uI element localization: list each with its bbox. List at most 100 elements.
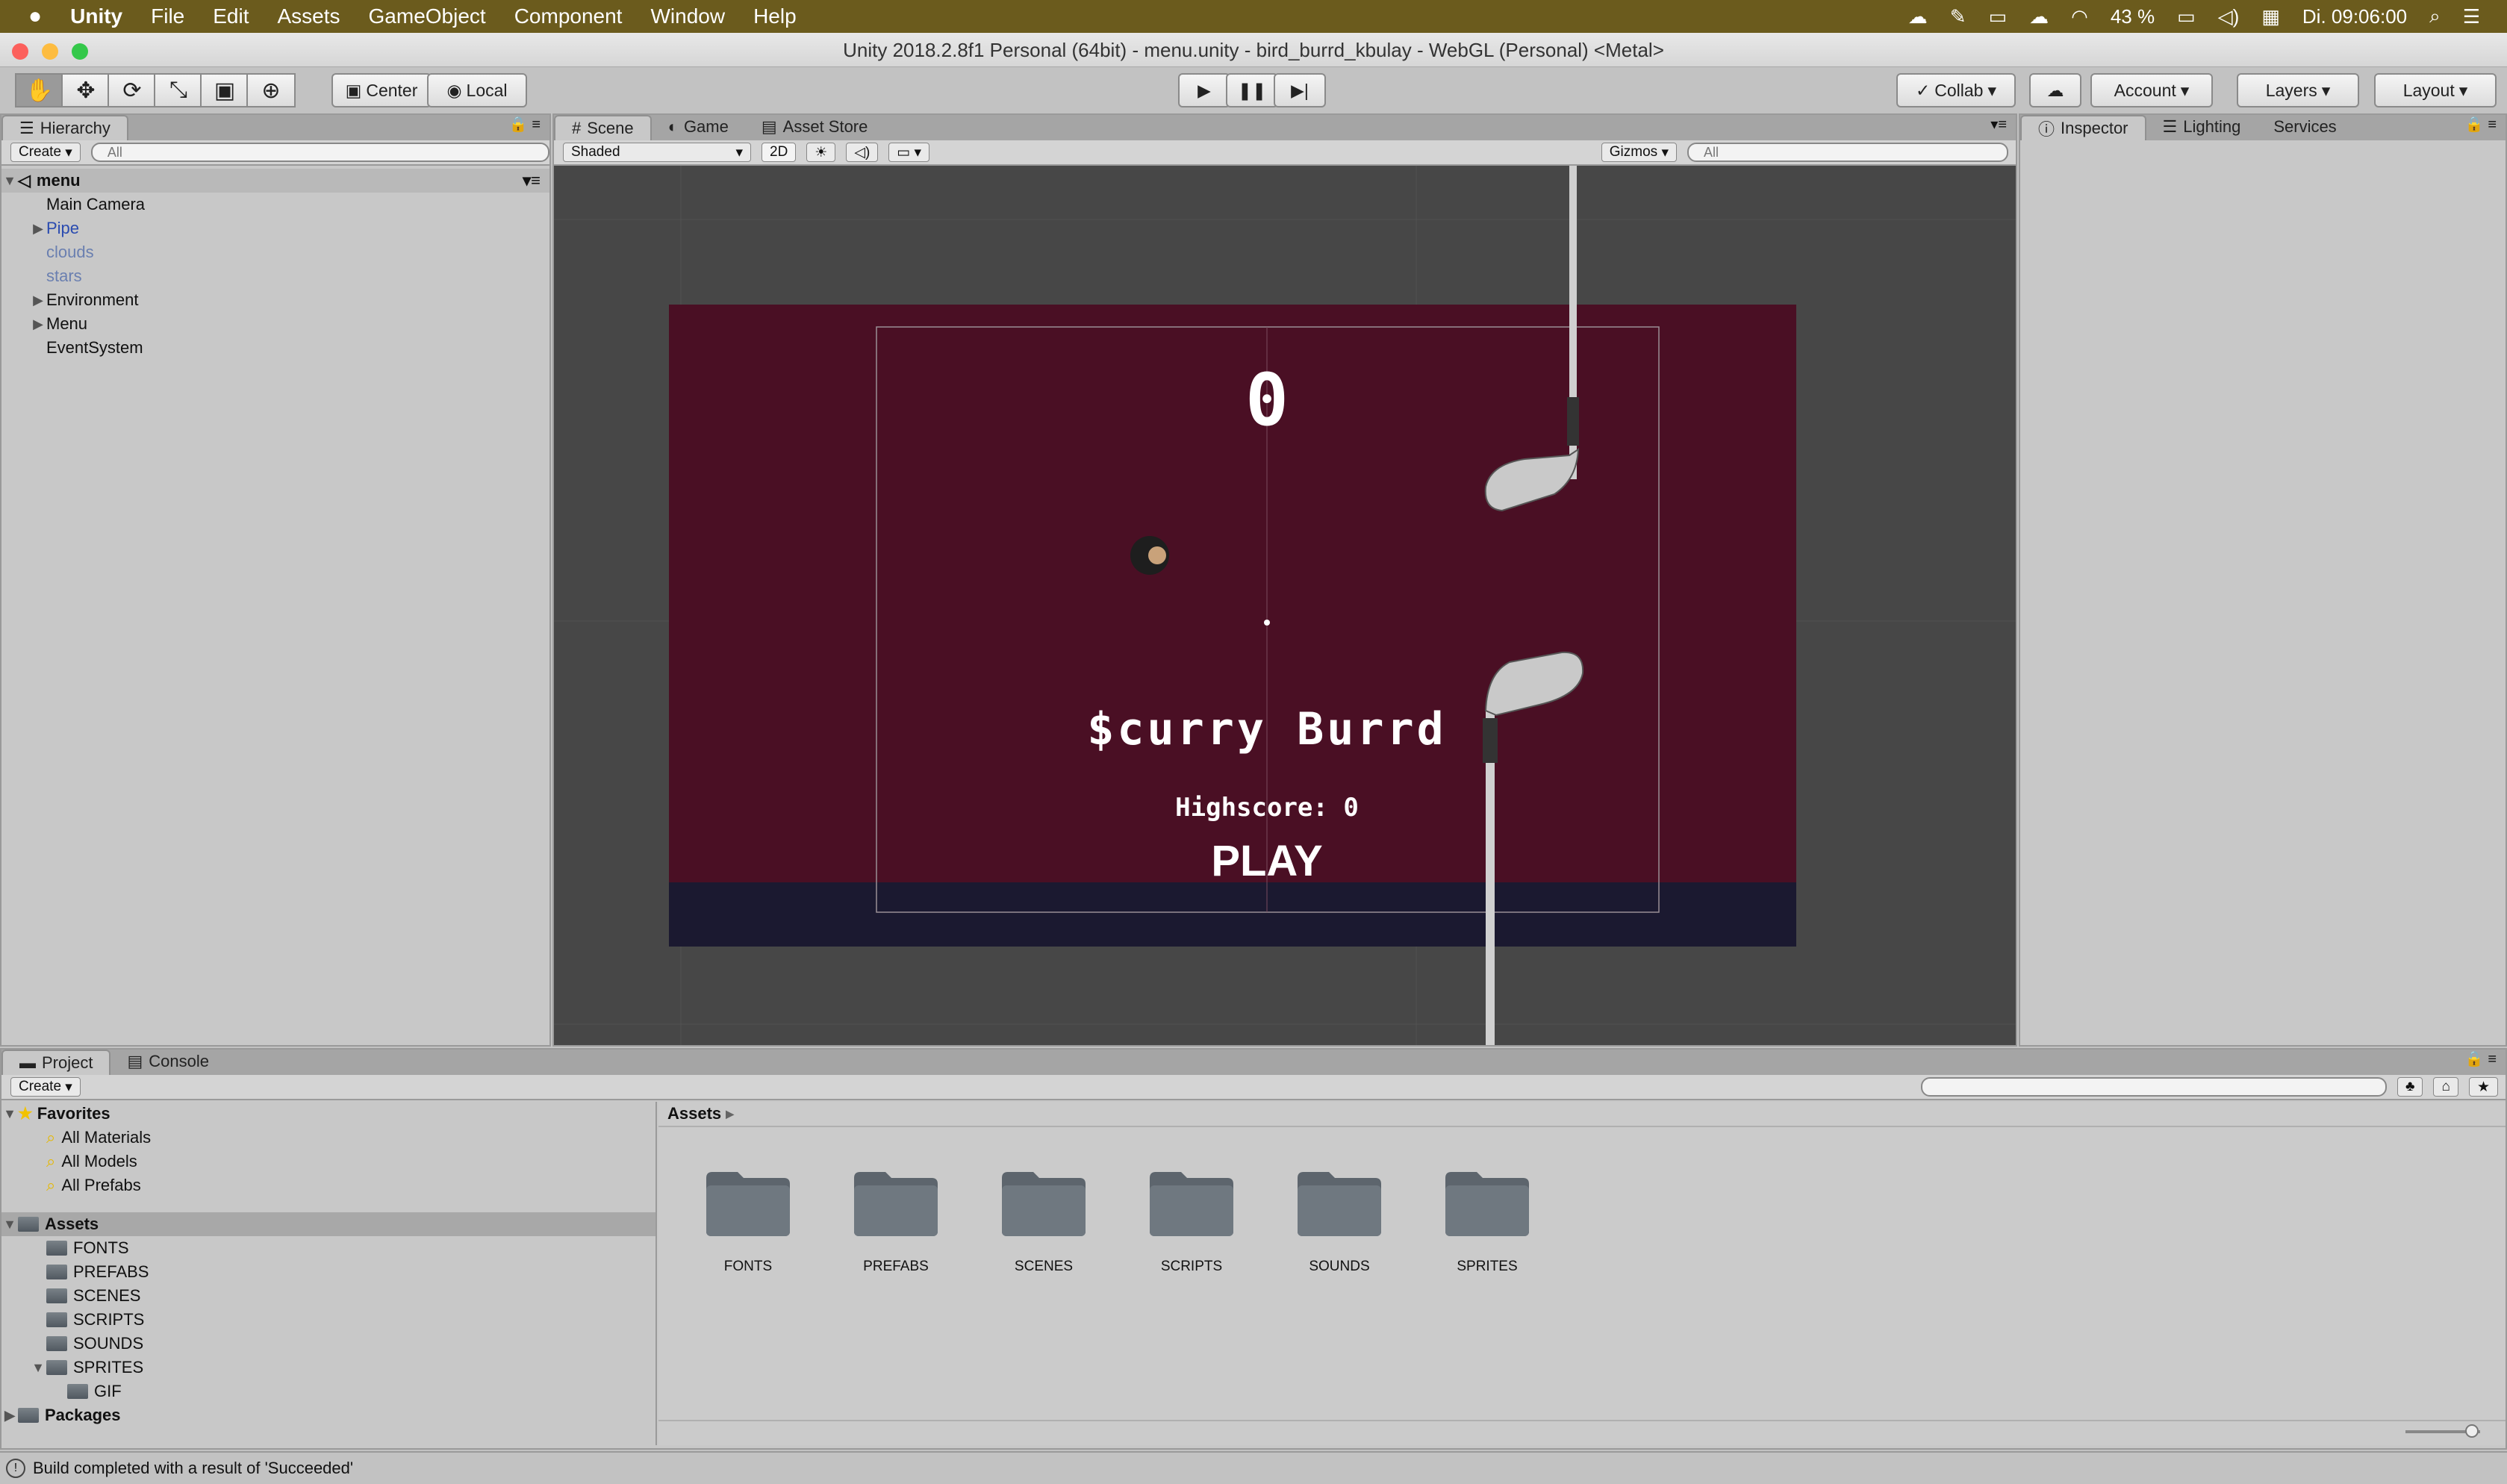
asset-folder-prefabs[interactable]: PREFABS: [853, 1169, 939, 1275]
hierarchy-item-environment[interactable]: ▶ Environment: [1, 288, 549, 312]
tab-lighting[interactable]: ☰ Lighting: [2146, 115, 2258, 139]
hierarchy-item-menu[interactable]: ▶ Menu: [1, 312, 549, 336]
app-menu[interactable]: Unity: [70, 4, 122, 28]
hierarchy-item-pipe[interactable]: ▶ Pipe: [1, 216, 549, 240]
menu-edit[interactable]: Edit: [213, 4, 249, 28]
panel-menu-icon[interactable]: 🔒 ≡: [2465, 1050, 2506, 1075]
rotate-tool-button[interactable]: ⟳: [108, 73, 157, 107]
assets-root-row[interactable]: ▼ Assets: [1, 1212, 655, 1236]
tab-game[interactable]: ◐ Game: [652, 115, 745, 139]
clock[interactable]: Di. 09:06:00: [2302, 5, 2407, 28]
expand-arrow-icon[interactable]: ▶: [1, 1408, 18, 1424]
status-bar[interactable]: ! Build completed with a result of 'Succ…: [0, 1451, 2507, 1484]
favorite-item[interactable]: ⌕ All Prefabs: [1, 1173, 655, 1197]
hierarchy-search-input[interactable]: All: [90, 143, 549, 162]
asset-folder-scenes[interactable]: SCENES: [1000, 1169, 1087, 1275]
filter-label-button[interactable]: ⌂: [2433, 1077, 2458, 1097]
scene-menu-icon[interactable]: ▾≡: [523, 171, 549, 190]
wifi-icon[interactable]: ◠: [2071, 5, 2088, 28]
pivot-center-toggle[interactable]: ▣ Center: [331, 73, 432, 107]
gizmos-dropdown[interactable]: Gizmos ▾: [1601, 143, 1677, 162]
panel-menu-icon[interactable]: 🔒 ≡: [509, 115, 549, 140]
cloud-services-button[interactable]: ☁: [2029, 73, 2081, 107]
layout-dropdown[interactable]: Layout ▾: [2374, 73, 2497, 107]
menu-file[interactable]: File: [151, 4, 184, 28]
battery-label[interactable]: 43 %: [2111, 5, 2155, 28]
hierarchy-create-button[interactable]: Create ▾: [10, 143, 81, 162]
hierarchy-item-clouds[interactable]: clouds: [1, 240, 549, 264]
assets-breadcrumb[interactable]: Assets ▶: [658, 1102, 2506, 1127]
expand-arrow-icon[interactable]: ▼: [1, 1106, 18, 1122]
icon-size-slider-thumb[interactable]: [2465, 1424, 2479, 1438]
tree-folder-fonts[interactable]: FONTS: [1, 1236, 655, 1260]
tab-scene[interactable]: # Scene: [554, 115, 652, 140]
menu-component[interactable]: Component: [514, 4, 623, 28]
expand-arrow-icon[interactable]: ▼: [30, 1360, 46, 1376]
expand-arrow-icon[interactable]: ▶: [30, 293, 46, 308]
pen-icon[interactable]: ✎: [1950, 5, 1966, 28]
tab-hierarchy[interactable]: ☰ Hierarchy: [1, 115, 128, 140]
tree-folder-prefabs[interactable]: PREFABS: [1, 1260, 655, 1284]
hierarchy-item-stars[interactable]: stars: [1, 264, 549, 288]
lighting-toggle[interactable]: ☀: [806, 143, 836, 162]
shading-mode-dropdown[interactable]: Shaded ▾: [563, 143, 751, 162]
expand-arrow-icon[interactable]: ▶: [30, 221, 46, 237]
tab-console[interactable]: ▤ Console: [110, 1050, 225, 1073]
tree-folder-gif[interactable]: GIF: [1, 1379, 655, 1403]
menu-help[interactable]: Help: [753, 4, 797, 28]
notification-center-icon[interactable]: ☰: [2463, 5, 2480, 28]
move-tool-button[interactable]: ✥: [61, 73, 110, 107]
apple-menu-icon[interactable]: ●: [28, 4, 42, 29]
tab-project[interactable]: ▬ Project: [1, 1050, 111, 1075]
audio-toggle[interactable]: ◁): [846, 143, 879, 162]
asset-folder-sprites[interactable]: SPRITES: [1444, 1169, 1530, 1275]
menu-window[interactable]: Window: [650, 4, 725, 28]
favorites-row[interactable]: ▼ ★ Favorites: [1, 1102, 655, 1126]
tab-services[interactable]: Services: [2257, 115, 2352, 139]
expand-arrow-icon[interactable]: ▼: [1, 173, 18, 189]
scene-search-input[interactable]: All: [1687, 143, 2008, 162]
packages-row[interactable]: ▶ Packages: [1, 1403, 655, 1427]
filter-type-button[interactable]: ♣: [2397, 1077, 2423, 1097]
favorite-button[interactable]: ★: [2468, 1077, 2498, 1097]
menu-gameobject[interactable]: GameObject: [369, 4, 486, 28]
project-create-button[interactable]: Create ▾: [10, 1077, 81, 1097]
tab-inspector[interactable]: ⓘ Inspector: [2020, 115, 2146, 140]
display-icon[interactable]: ▭: [1989, 5, 2008, 28]
layers-dropdown[interactable]: Layers ▾: [2237, 73, 2359, 107]
tree-folder-scripts[interactable]: SCRIPTS: [1, 1308, 655, 1332]
calendar-icon[interactable]: ▦: [2261, 5, 2280, 28]
effects-dropdown[interactable]: ▭ ▾: [888, 143, 930, 162]
scene-viewport[interactable]: 0 $curry Burrd Highscore: 0 PLAY: [554, 166, 2016, 1045]
expand-arrow-icon[interactable]: ▶: [30, 317, 46, 332]
transform-tool-button[interactable]: ⊕: [246, 73, 296, 107]
battery-icon[interactable]: ▭: [2177, 5, 2196, 28]
hierarchy-item-eventsystem[interactable]: EventSystem: [1, 336, 549, 360]
asset-folder-sounds[interactable]: SOUNDS: [1296, 1169, 1383, 1275]
collab-dropdown[interactable]: ✓ Collab ▾: [1896, 73, 2016, 107]
pivot-space-toggle[interactable]: ◉ Local: [427, 73, 527, 107]
toggle-2d-button[interactable]: 2D: [762, 143, 797, 162]
asset-folder-fonts[interactable]: FONTS: [705, 1169, 791, 1275]
project-search-input[interactable]: [1921, 1077, 2387, 1097]
scene-root-row[interactable]: ▼ ◁ menu ▾≡: [1, 169, 549, 193]
asset-folder-scripts[interactable]: SCRIPTS: [1148, 1169, 1235, 1275]
step-button[interactable]: ▶|: [1274, 73, 1326, 107]
tree-folder-scenes[interactable]: SCENES: [1, 1284, 655, 1308]
menu-assets[interactable]: Assets: [278, 4, 340, 28]
tree-folder-sounds[interactable]: SOUNDS: [1, 1332, 655, 1356]
account-dropdown[interactable]: Account ▾: [2090, 73, 2213, 107]
expand-arrow-icon[interactable]: ▼: [1, 1217, 18, 1232]
favorite-item[interactable]: ⌕ All Models: [1, 1150, 655, 1173]
rect-tool-button[interactable]: ▣: [200, 73, 249, 107]
play-button-text[interactable]: PLAY: [1121, 836, 1413, 886]
panel-menu-icon[interactable]: ▾≡: [1990, 115, 2016, 140]
spotlight-search-icon[interactable]: ⌕: [2429, 4, 2441, 28]
panel-menu-icon[interactable]: 🔒 ≡: [2465, 115, 2506, 140]
play-button[interactable]: ▶: [1178, 73, 1230, 107]
pause-button[interactable]: ❚❚: [1226, 73, 1278, 107]
cloud-upload-icon[interactable]: ☁: [2029, 5, 2049, 28]
hierarchy-item-main-camera[interactable]: Main Camera: [1, 193, 549, 216]
volume-icon[interactable]: ◁): [2218, 5, 2240, 28]
tree-folder-sprites[interactable]: ▼ SPRITES: [1, 1356, 655, 1379]
